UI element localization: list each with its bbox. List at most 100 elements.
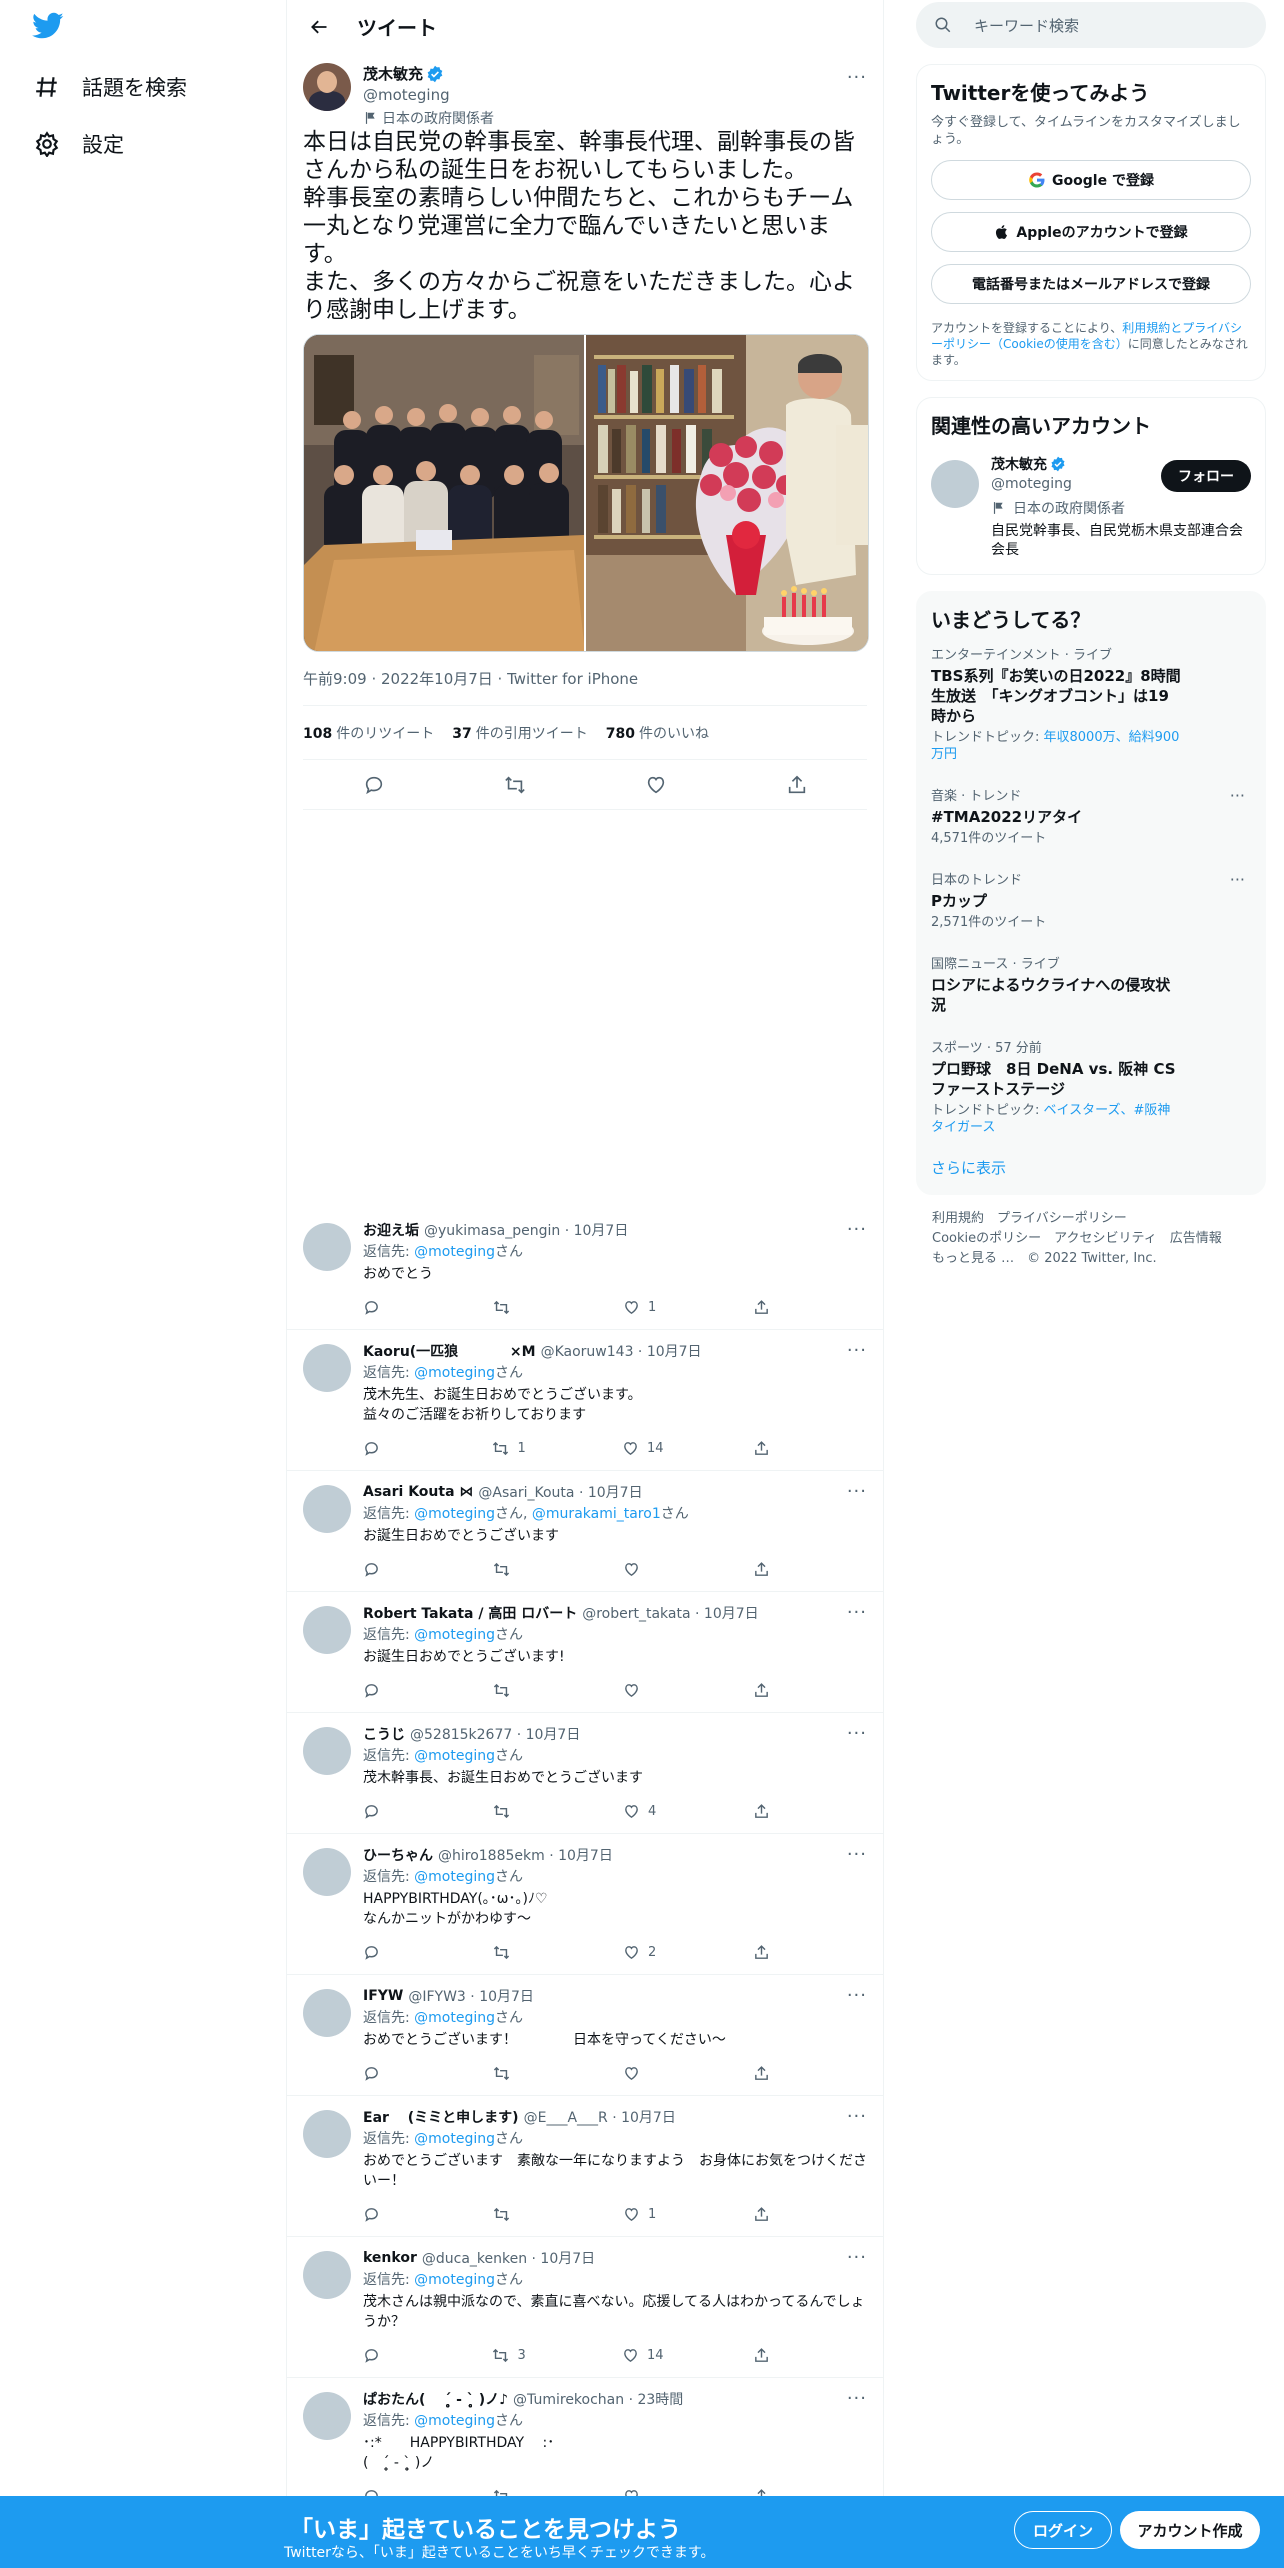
reply-button[interactable] (363, 2347, 403, 2364)
tweet-media[interactable] (303, 334, 869, 652)
related-avatar[interactable] (931, 460, 979, 508)
author-handle[interactable]: @moteging (363, 86, 494, 104)
like-button[interactable]: 2 (623, 1944, 663, 1961)
like-button[interactable]: 4 (623, 1803, 663, 1820)
share-button[interactable] (753, 1682, 793, 1699)
reply-handle-time[interactable]: @E___A___R · 10月7日 (524, 2107, 676, 2127)
avatar[interactable] (303, 1344, 351, 1392)
retweet-button[interactable] (493, 1299, 533, 1316)
reply-author-name[interactable]: Robert Takata / 高田 ロバート (363, 1603, 577, 1623)
search-box[interactable]: キーワード検索 (916, 2, 1266, 48)
more-options-icon[interactable]: ··· (847, 2106, 867, 2127)
likes-count[interactable]: 780 件のいいね (606, 723, 709, 743)
apple-signup-button[interactable]: Appleのアカウントで登録 (931, 212, 1251, 252)
avatar[interactable] (303, 2251, 351, 2299)
avatar[interactable] (303, 1223, 351, 1271)
retweet-button[interactable] (493, 2206, 533, 2223)
reply-handle-time[interactable]: @duca_kenken · 10月7日 (422, 2248, 595, 2268)
reply-tweet[interactable]: ··· IFYW @IFYW3 · 10月7日 返信先: @motegingさん おめで… (287, 1975, 883, 2096)
more-options-icon[interactable]: ··· (847, 1340, 867, 1361)
reply-handle-time[interactable]: @robert_takata · 10月7日 (582, 1603, 758, 1623)
tweet-timestamp[interactable]: 午前9:09 · 2022年10月7日 · Twitter for iPhone (303, 668, 867, 706)
mention-link[interactable]: @moteging (414, 1627, 495, 1643)
reply-author-name[interactable]: Ear (ミミと申します) (363, 2107, 519, 2127)
reply-author-name[interactable]: ぱおたん( ˊ̥̥̥̥̥ - ˋ̥̥̥̥̥ )ノ♪ (363, 2389, 508, 2409)
trend-item[interactable]: エンターテインメント · ライブ TBS系列『お笑いの日2022』8時間生放送 「… (931, 633, 1251, 774)
avatar[interactable] (303, 1727, 351, 1775)
more-options-icon[interactable]: ··· (847, 1602, 867, 1623)
footer-line-1[interactable]: 利用規約 プライバシーポリシー (932, 1209, 1266, 1229)
retweet-button[interactable]: 1 (492, 1440, 532, 1457)
mention-link[interactable]: @moteging (414, 1365, 495, 1381)
reply-button[interactable] (363, 1682, 403, 1699)
mention-link[interactable]: @moteging (414, 2272, 495, 2288)
reply-handle-time[interactable]: @IFYW3 · 10月7日 (408, 1986, 534, 2006)
reply-button[interactable] (363, 1944, 403, 1961)
reply-tweet[interactable]: ··· Kaoru(一匹狼 ×M @Kaoruw143 · 10月7日 返信先: @m… (287, 1330, 883, 1471)
share-button[interactable] (753, 2206, 793, 2223)
reply-handle-time[interactable]: @hiro1885ekm · 10月7日 (438, 1845, 613, 1865)
reply-tweet[interactable]: ··· Asari Kouta ⋈ @Asari_Kouta · 10月7日 返信先:… (287, 1471, 883, 1592)
trend-item[interactable]: スポーツ · 57 分前 プロ野球 8日 DeNA vs. 阪神 CSファーストス… (931, 1026, 1251, 1147)
more-options-icon[interactable]: ··· (847, 1844, 867, 1865)
reply-handle-time[interactable]: @yukimasa_pengin · 10月7日 (424, 1220, 628, 1240)
show-more-link[interactable]: さらに表示 (931, 1147, 1251, 1182)
flowers-photo[interactable] (586, 335, 868, 651)
retweets-count[interactable]: 108 件のリツイート (303, 723, 434, 743)
more-options-icon[interactable]: ··· (847, 67, 867, 88)
like-button[interactable]: 1 (623, 1299, 663, 1316)
avatar[interactable] (303, 63, 351, 111)
mention-link[interactable]: @murakami_taro1 (532, 1506, 661, 1522)
mention-link[interactable]: @moteging (414, 2413, 495, 2429)
twitter-logo-icon[interactable] (32, 12, 66, 44)
quotes-count[interactable]: 37 件の引用ツイート (452, 723, 587, 743)
reply-handle-time[interactable]: @Kaoruw143 · 10月7日 (541, 1341, 702, 1361)
phone-email-signup-button[interactable]: 電話番号またはメールアドレスで登録 (931, 264, 1251, 304)
more-options-icon[interactable]: ··· (847, 2388, 867, 2409)
reply-author-name[interactable]: Kaoru(一匹狼 ×M (363, 1341, 536, 1361)
more-options-icon[interactable]: ··· (847, 1219, 867, 1240)
like-button[interactable]: 14 (622, 1440, 664, 1457)
avatar[interactable] (303, 1989, 351, 2037)
footer-line-3[interactable]: もっと見る … © 2022 Twitter, Inc. (932, 1249, 1266, 1269)
related-name[interactable]: 茂木敏充 (991, 454, 1047, 474)
retweet-button[interactable] (493, 2065, 533, 2082)
like-button[interactable]: 1 (623, 2206, 663, 2223)
reply-author-name[interactable]: お迎え垢 (363, 1220, 419, 1240)
avatar[interactable] (303, 2110, 351, 2158)
reply-tweet[interactable]: ··· お迎え垢 @yukimasa_pengin · 10月7日 返信先: @mot… (287, 1209, 883, 1330)
trend-item[interactable]: 国際ニュース · ライブ ロシアによるウクライナへの侵攻状況 (931, 942, 1251, 1026)
reply-icon[interactable] (363, 774, 385, 796)
reply-author-name[interactable]: Asari Kouta ⋈ (363, 1484, 473, 1500)
reply-tweet[interactable]: ··· こうじ @52815k2677 · 10月7日 返信先: @motegingさ… (287, 1713, 883, 1834)
share-button[interactable] (753, 2065, 793, 2082)
share-button[interactable] (753, 1803, 793, 1820)
trend-more-icon[interactable]: ··· (1230, 786, 1245, 805)
login-button[interactable]: ログイン (1014, 2511, 1112, 2549)
google-signup-button[interactable]: Google で登録 (931, 160, 1251, 200)
reply-button[interactable] (363, 1299, 403, 1316)
more-options-icon[interactable]: ··· (847, 1985, 867, 2006)
reply-tweet[interactable]: ··· kenkor @duca_kenken · 10月7日 返信先: @moteg… (287, 2237, 883, 2378)
mention-link[interactable]: @moteging (414, 1869, 495, 1885)
avatar[interactable] (303, 1606, 351, 1654)
share-button[interactable] (753, 2347, 793, 2364)
reply-handle-time[interactable]: @52815k2677 · 10月7日 (410, 1724, 580, 1744)
avatar[interactable] (303, 1848, 351, 1896)
reply-button[interactable] (363, 2206, 403, 2223)
retweet-icon[interactable] (504, 774, 526, 796)
reply-button[interactable] (363, 1561, 403, 1578)
reply-button[interactable] (363, 1803, 403, 1820)
mention-link[interactable]: @moteging (414, 1506, 495, 1522)
share-button[interactable] (753, 1944, 793, 1961)
retweet-button[interactable] (493, 1682, 533, 1699)
reply-tweet[interactable]: ··· Robert Takata / 高田 ロバート @robert_takata… (287, 1592, 883, 1713)
more-options-icon[interactable]: ··· (847, 1481, 867, 1502)
retweet-button[interactable] (493, 1944, 533, 1961)
more-options-icon[interactable]: ··· (847, 2247, 867, 2268)
like-icon[interactable] (645, 774, 667, 796)
reply-button[interactable] (363, 2065, 403, 2082)
reply-author-name[interactable]: kenkor (363, 2250, 417, 2266)
like-button[interactable]: 14 (622, 2347, 664, 2364)
reply-handle-time[interactable]: @Tumirekochan · 23時間 (513, 2389, 683, 2409)
